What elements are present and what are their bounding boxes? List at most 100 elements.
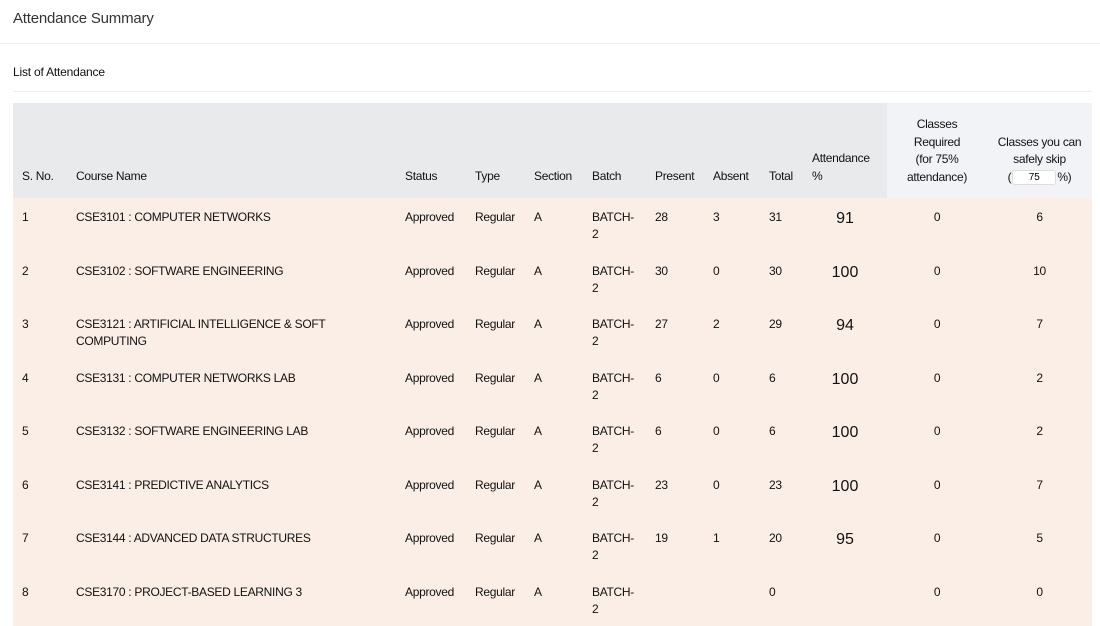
cell-section: A: [525, 305, 583, 359]
cell-total: 31: [760, 198, 803, 252]
cell-attendance-percent: [803, 573, 887, 626]
cell-batch-line2: 2: [592, 281, 598, 295]
cell-status: Approved: [396, 466, 466, 520]
cell-present: 27: [646, 305, 704, 359]
cell-batch-line2: 2: [592, 441, 598, 455]
cell-section: A: [525, 573, 583, 626]
cell-status: Approved: [396, 359, 466, 413]
section-divider: [13, 91, 1092, 92]
cell-total: 23: [760, 466, 803, 520]
table-row: 8 CSE3170 : PROJECT-BASED LEARNING 3 App…: [13, 573, 1092, 626]
cell-status: Approved: [396, 305, 466, 359]
header-section: Section: [525, 103, 583, 198]
cell-attendance-percent: 91: [803, 198, 887, 252]
cell-classes-required: 0: [887, 359, 987, 413]
table-row: 1 CSE3101 : COMPUTER NETWORKS Approved R…: [13, 198, 1092, 252]
cell-type: Regular: [466, 573, 525, 626]
cell-section: A: [525, 519, 583, 573]
cell-type: Regular: [466, 359, 525, 413]
cell-sno: 7: [13, 519, 67, 573]
cell-course-name: CSE3101 : COMPUTER NETWORKS: [67, 198, 396, 252]
cell-type: Regular: [466, 412, 525, 466]
header-required-line4: attendance): [907, 170, 967, 184]
cell-batch: BATCH- 2: [583, 519, 646, 573]
cell-batch-line1: BATCH-: [592, 585, 634, 599]
cell-sno: 1: [13, 198, 67, 252]
header-skip-close: %): [1057, 170, 1071, 184]
cell-batch: BATCH-2: [583, 466, 646, 520]
cell-attendance-percent: 94: [803, 305, 887, 359]
cell-type: Regular: [466, 252, 525, 306]
cell-batch-line2: 2: [592, 388, 598, 402]
cell-type: Regular: [466, 305, 525, 359]
table-row: 4 CSE3131 : COMPUTER NETWORKS LAB Approv…: [13, 359, 1092, 413]
cell-present: 23: [646, 466, 704, 520]
header-present: Present: [646, 103, 704, 198]
cell-course-name: CSE3102 : SOFTWARE ENGINEERING: [67, 252, 396, 306]
cell-batch-line2: 2: [592, 334, 598, 348]
cell-course-name: CSE3132 : SOFTWARE ENGINEERING LAB: [67, 412, 396, 466]
cell-batch-line1: BATCH-: [592, 424, 634, 438]
cell-course-name: CSE3131 : COMPUTER NETWORKS LAB: [67, 359, 396, 413]
cell-attendance-percent: 95: [803, 519, 887, 573]
cell-type: Regular: [466, 519, 525, 573]
header-status: Status: [396, 103, 466, 198]
cell-attendance-percent: 100: [803, 252, 887, 306]
cell-sno: 6: [13, 466, 67, 520]
table-header-row: S. No. Course Name Status Type Section B…: [13, 103, 1092, 198]
cell-present: 6: [646, 412, 704, 466]
cell-classes-required: 0: [887, 305, 987, 359]
cell-classes-required: 0: [887, 198, 987, 252]
cell-classes-required: 0: [887, 519, 987, 573]
cell-batch-line1: BATCH-: [592, 317, 634, 331]
cell-classes-required: 0: [887, 466, 987, 520]
cell-type: Regular: [466, 198, 525, 252]
header-batch: Batch: [583, 103, 646, 198]
cell-classes-skip: 7: [987, 466, 1092, 520]
cell-batch-line1: BATCH-: [592, 478, 634, 492]
cell-classes-skip: 2: [987, 412, 1092, 466]
cell-batch: BATCH-2: [583, 198, 646, 252]
cell-total: 30: [760, 252, 803, 306]
header-required-line3: (for 75%: [916, 152, 959, 166]
header-required-line2: Required: [914, 135, 960, 149]
cell-present: 19: [646, 519, 704, 573]
header-skip-line2: safely skip: [1013, 152, 1066, 166]
cell-batch-line1: BATCH-: [592, 264, 634, 278]
cell-batch-line2: 2: [592, 548, 598, 562]
cell-type: Regular: [466, 466, 525, 520]
cell-attendance-percent: 100: [803, 466, 887, 520]
cell-classes-required: 0: [887, 412, 987, 466]
header-attendance-percent: Attendance %: [803, 103, 887, 198]
cell-absent: 3: [704, 198, 760, 252]
cell-absent: 2: [704, 305, 760, 359]
cell-present: 28: [646, 198, 704, 252]
attendance-table: S. No. Course Name Status Type Section B…: [13, 103, 1092, 626]
cell-batch: BATCH- 2: [583, 359, 646, 413]
cell-total: 6: [760, 359, 803, 413]
header-type: Type: [466, 103, 525, 198]
cell-batch-line1: BATCH-: [592, 531, 634, 545]
cell-status: Approved: [396, 198, 466, 252]
table-row: 2 CSE3102 : SOFTWARE ENGINEERING Approve…: [13, 252, 1092, 306]
attendance-table-container: S. No. Course Name Status Type Section B…: [13, 103, 1092, 626]
cell-batch-line1: BATCH-: [592, 210, 634, 224]
cell-attendance-percent: 100: [803, 412, 887, 466]
cell-total: 0: [760, 573, 803, 626]
cell-classes-required: 0: [887, 573, 987, 626]
cell-classes-skip: 2: [987, 359, 1092, 413]
cell-batch-line1: BATCH-: [592, 371, 634, 385]
cell-total: 6: [760, 412, 803, 466]
header-classes-skip: Classes you can safely skip (%): [987, 103, 1092, 198]
table-row: 5 CSE3132 : SOFTWARE ENGINEERING LAB App…: [13, 412, 1092, 466]
header-attendance-line2: %: [812, 169, 822, 183]
cell-absent: 0: [704, 412, 760, 466]
cell-sno: 8: [13, 573, 67, 626]
cell-section: A: [525, 252, 583, 306]
header-skip-open: (: [1008, 170, 1012, 184]
cell-section: A: [525, 466, 583, 520]
cell-sno: 2: [13, 252, 67, 306]
section-header: List of Attendance: [0, 44, 1100, 92]
skip-percent-input[interactable]: [1012, 170, 1056, 185]
cell-status: Approved: [396, 519, 466, 573]
